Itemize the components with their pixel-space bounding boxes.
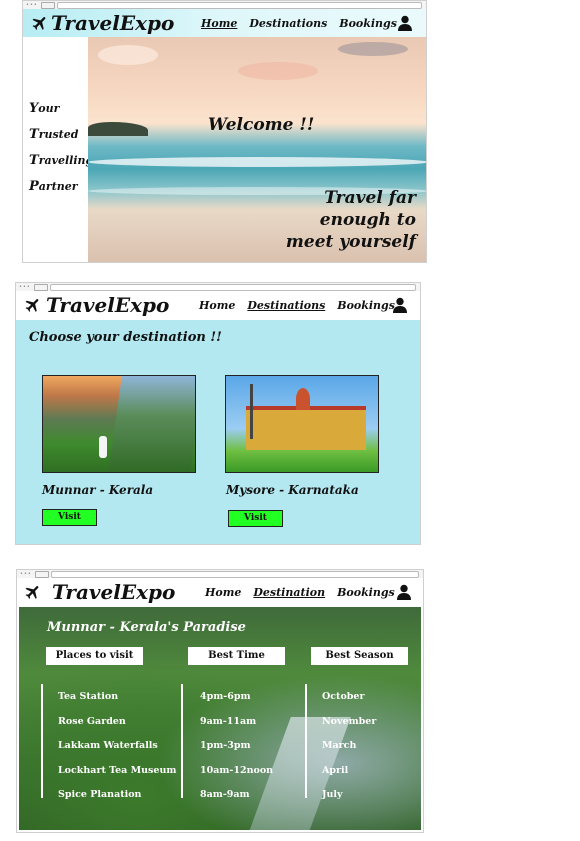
card-title: Mysore - Karnataka [226,483,359,497]
mysore-image[interactable] [225,375,379,473]
navbar: TravelExpo Home Destinations Bookings [16,291,420,319]
user-icon[interactable] [393,297,407,313]
hero-tagline: Travel far enough to meet yourself [285,188,416,252]
page-heading: Choose your destination !! [29,330,222,345]
nav-bookings[interactable]: Bookings [339,17,397,30]
destinations-screen: ••• TravelExpo Home Destinations Bookings … [15,282,421,545]
brand-logo[interactable]: TravelExpo [52,580,175,604]
nav-bookings[interactable]: Bookings [337,586,395,599]
nav-destinations[interactable]: Destinations [249,17,327,30]
navbar: TravelExpo Home Destinations Bookings [23,9,426,37]
airplane-icon [25,586,39,599]
brand-logo[interactable]: TravelExpo [51,11,174,35]
nav-links: Home Destinations Bookings [201,17,409,30]
welcome-text: Welcome !! [208,115,315,135]
destinations-panel: Choose your destination !! Munnar - Kera… [16,320,420,544]
list-item: 10am-12noon [200,764,274,776]
column-divider [305,684,307,798]
list-item: 9am-11am [200,715,257,727]
column-divider [181,684,183,798]
nav-destination[interactable]: Destination [253,586,325,599]
nav-links: Home Destinations Bookings [199,299,407,312]
user-icon[interactable] [398,15,412,31]
list-item: Spice Planation [58,789,142,801]
list-item: Tea Station [58,691,119,702]
munnar-image[interactable] [42,375,196,473]
visit-button[interactable]: Visit [42,509,97,526]
list-item: July [322,789,343,801]
home-screen: ••• TravelExpo Home Destinations Bookings … [22,0,427,263]
list-item: 1pm-3pm [200,740,251,752]
hero-beach-image: Welcome !! Travel far enough to meet you… [88,37,426,262]
side-word: Partner [29,179,78,194]
destination-detail-screen: ••• TravelExpo Home Destination Bookings M… [16,569,424,833]
nav-home[interactable]: Home [205,586,241,599]
brand-logo[interactable]: TravelExpo [46,293,169,317]
list-item: 8am-9am [200,789,250,801]
card-title: Munnar - Kerala [42,483,154,497]
side-word: Travelling [29,153,94,168]
nav-bookings[interactable]: Bookings [337,299,395,312]
list-item: November [322,715,377,727]
tagline-side: Your Trusted Travelling Partner [29,96,93,200]
list-item: Lockhart Tea Museum [58,764,177,776]
seasons-list: October November March April July [322,685,376,808]
airplane-icon [32,17,46,30]
nav-home[interactable]: Home [199,299,235,312]
col-header-season: Best Season [311,647,408,665]
column-divider [41,684,43,798]
page-heading: Munnar - Kerala's Paradise [47,620,246,635]
navbar: TravelExpo Home Destination Bookings [17,578,423,606]
places-list: Tea Station Rose Garden Lakkam Waterfall… [58,685,176,808]
col-header-places: Places to visit [46,647,143,665]
airplane-icon [25,299,39,312]
list-item: Rose Garden [58,715,126,727]
nav-home[interactable]: Home [201,17,237,30]
col-header-time: Best Time [188,647,285,665]
list-item: Lakkam Waterfalls [58,740,158,752]
nav-destinations[interactable]: Destinations [247,299,325,312]
side-word: Your [29,101,60,116]
visit-button[interactable]: Visit [228,510,283,527]
user-icon[interactable] [397,584,411,600]
times-list: 4pm-6pm 9am-11am 1pm-3pm 10am-12noon 8am… [200,685,273,808]
munnar-tea-background: Munnar - Kerala's Paradise Places to vis… [19,607,421,830]
side-word: Trusted [29,127,79,142]
nav-links: Home Destination Bookings [205,586,407,599]
list-item: April [322,764,349,776]
list-item: March [322,740,357,752]
list-item: October [322,691,365,702]
list-item: 4pm-6pm [200,691,251,702]
